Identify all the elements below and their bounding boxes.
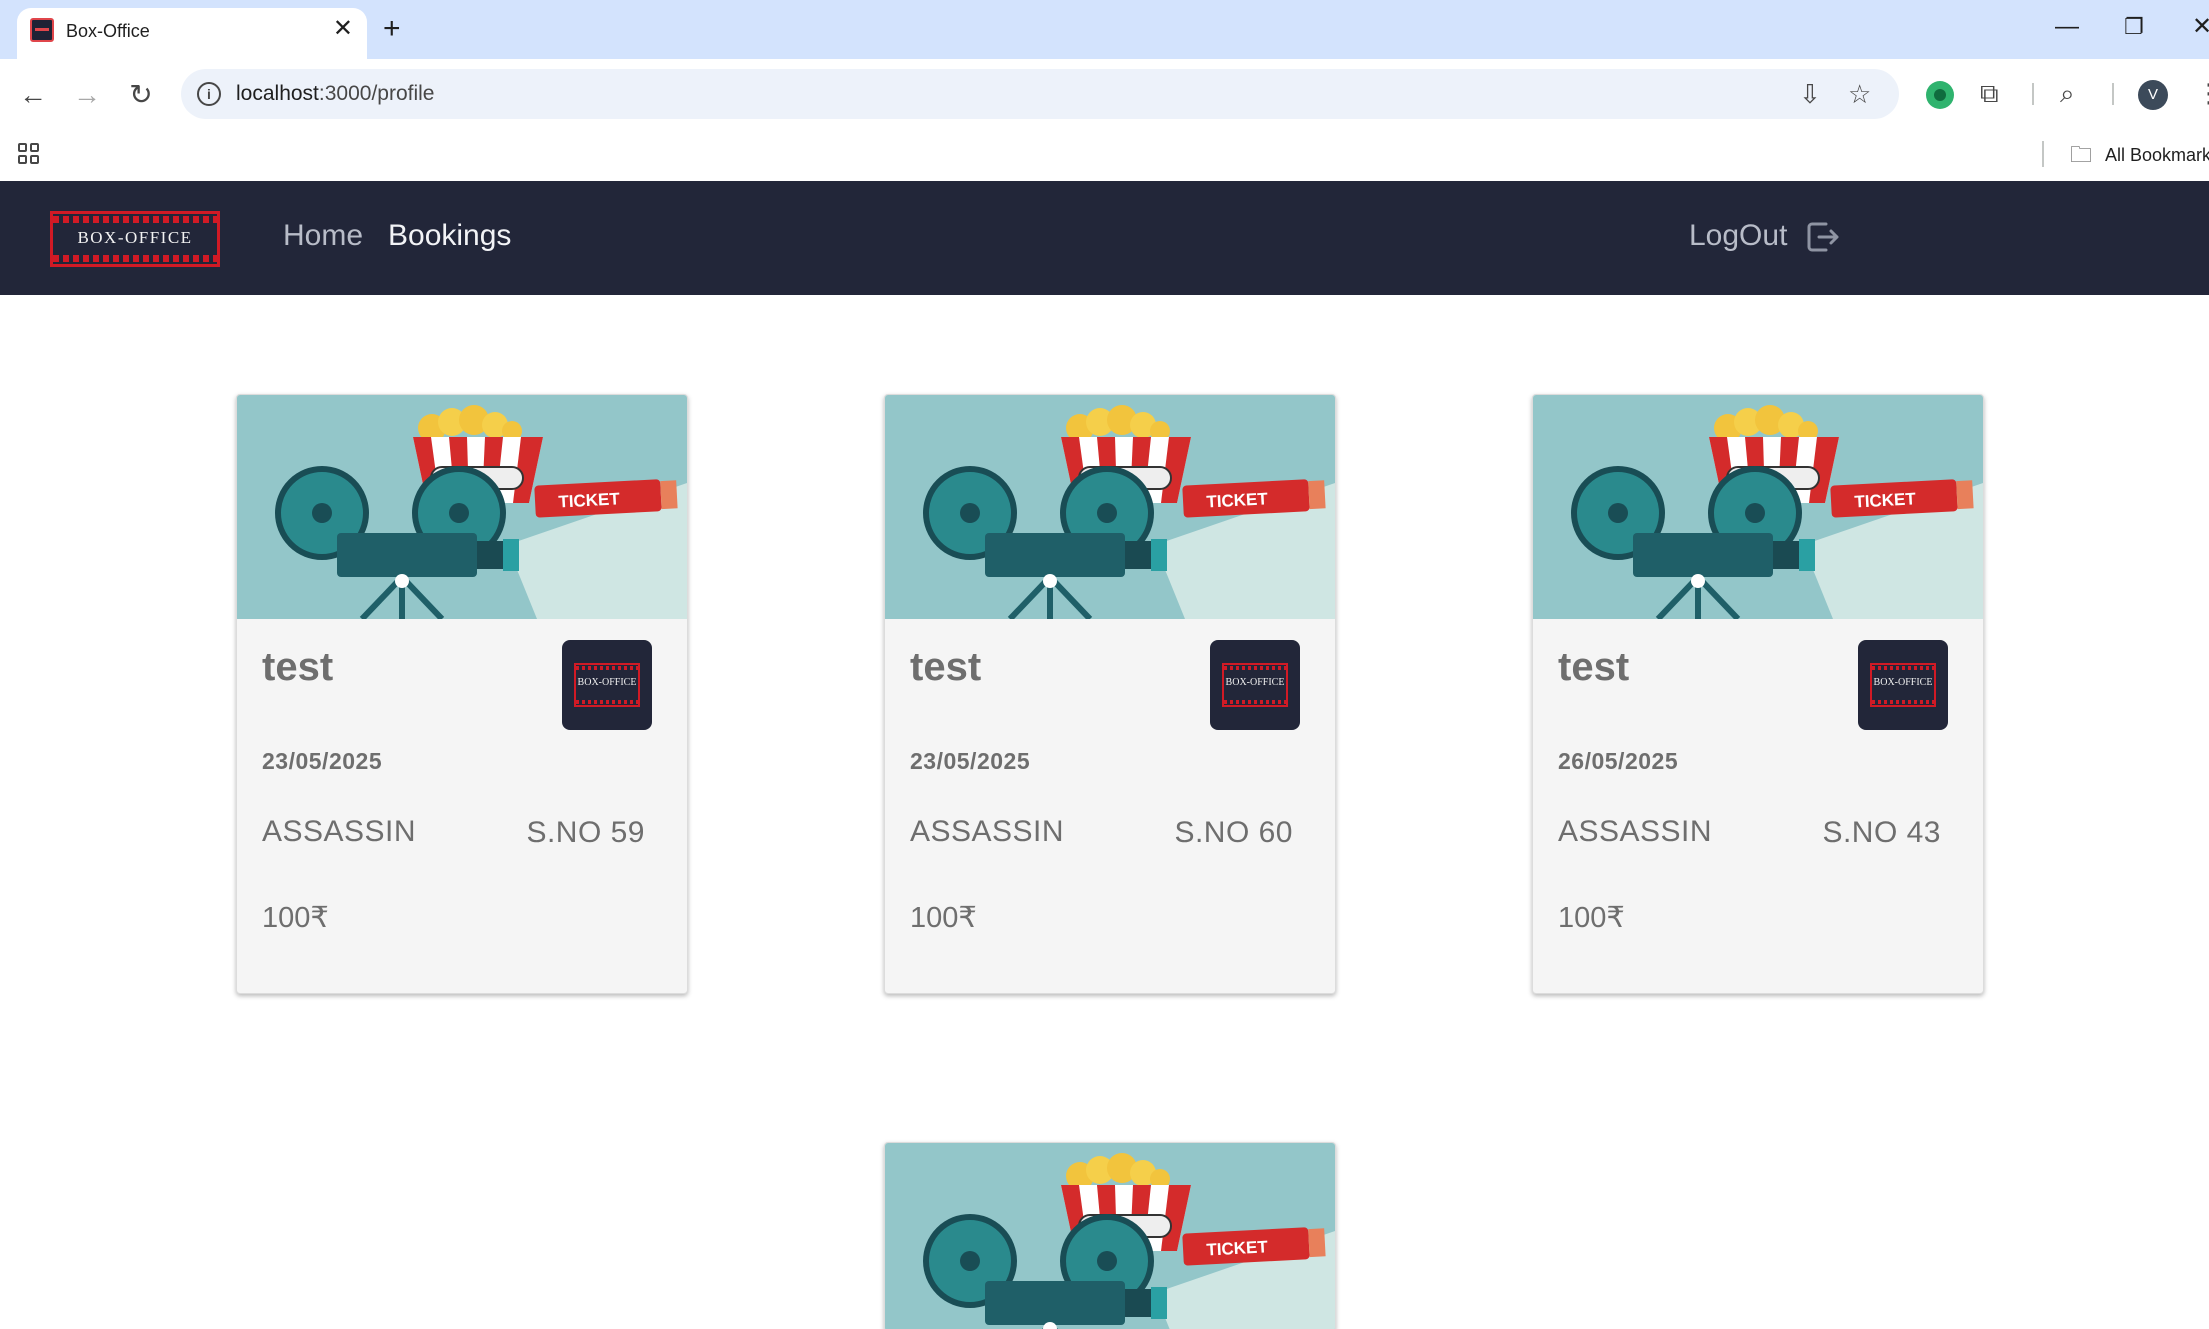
forward-arrow-icon[interactable]: → [69,77,105,113]
booking-user: test [910,645,982,689]
restore-button[interactable]: ❐ [2124,10,2144,44]
ticket-label: TICKET [558,489,621,511]
nav-home-link[interactable]: Home [283,218,363,254]
booking-seat: S.NO 59 [526,816,645,849]
logo-film-strip [53,216,217,223]
all-bookmarks-link[interactable]: All Bookmarks [2105,145,2209,166]
bookmarks-divider [2042,141,2044,167]
badge-text: BOX-OFFICE [577,677,637,688]
bookmark-star-icon[interactable]: ☆ [1848,80,1871,108]
cinema-illustration: TICKET [885,1143,1335,1329]
extensions-puzzle-icon[interactable]: ⧉ [1980,77,1999,109]
url-text[interactable]: localhost:3000/profile [236,82,434,106]
browser-tab[interactable]: Box-Office ✕ [17,8,367,59]
booking-date: 23/05/2025 [910,748,1031,774]
badge-text: BOX-OFFICE [1225,677,1285,688]
app-navbar: BOX-OFFICE Home Bookings LogOut [0,181,2209,295]
booking-seat: S.NO 43 [1822,816,1941,849]
toolbar-divider [2112,83,2114,105]
profile-avatar[interactable]: V [2138,80,2168,110]
extension-icon[interactable] [1926,81,1954,109]
browser-menu-icon[interactable]: ⋮ [2196,77,2209,109]
toolbar-divider [2032,83,2034,105]
browser-toolbar: ← → ↻ i localhost:3000/profile ⇩ ☆ ⧉ ⌕ V… [0,59,2209,131]
apps-grid-icon[interactable] [18,143,40,165]
minimize-button[interactable]: — [2055,10,2079,44]
badge-text: BOX-OFFICE [1873,677,1933,688]
booking-card[interactable]: TICKET test BOX-OFFICE 23/05/2025 ASSASS… [884,394,1336,994]
browser-tabstrip: Box-Office ✕ + — ❐ ✕ [0,0,2209,59]
booking-price: 100₹ [1558,902,1625,934]
install-app-icon[interactable]: ⇩ [1799,80,1821,108]
tab-search-icon[interactable]: ⌕ [2060,77,2075,109]
folder-icon: 🗀 [2070,142,2093,167]
new-tab-button[interactable]: + [383,12,401,46]
booking-card[interactable]: TICKET test BOX-OFFICE 23/05/2025 ASSASS… [236,394,688,994]
booking-movie: ASSASSIN [1558,815,1713,848]
booking-card[interactable]: TICKET test BOX-OFFICE 26/05/2025 ASSASS… [1532,394,1984,994]
booking-logo-badge: BOX-OFFICE [1858,640,1948,730]
booking-movie: ASSASSIN [262,815,417,848]
booking-date: 26/05/2025 [1558,748,1679,774]
ticket-label: TICKET [1206,489,1269,511]
logout-button[interactable]: LogOut [1689,218,1787,254]
booking-card[interactable]: TICKET [884,1142,1336,1329]
tab-close-icon[interactable]: ✕ [333,16,353,42]
box-office-logo[interactable]: BOX-OFFICE [50,211,220,267]
booking-logo-badge: BOX-OFFICE [1210,640,1300,730]
logo-film-strip [53,255,217,262]
logout-icon[interactable] [1806,220,1840,254]
bookmarks-bar: 🗀 All Bookmarks [0,131,2209,181]
tab-favicon-icon [30,18,54,42]
ticket-label: TICKET [1854,489,1917,511]
site-info-icon[interactable]: i [197,82,221,106]
cinema-illustration: TICKET [1533,395,1983,619]
close-window-button[interactable]: ✕ [2192,10,2209,44]
cinema-illustration: TICKET [237,395,687,619]
nav-bookings-link[interactable]: Bookings [388,218,511,254]
booking-seat: S.NO 60 [1174,816,1293,849]
ticket-label: TICKET [1206,1237,1269,1259]
booking-logo-badge: BOX-OFFICE [562,640,652,730]
address-bar[interactable]: i localhost:3000/profile ⇩ ☆ [181,69,1899,119]
booking-user: test [262,645,334,689]
tab-title: Box-Office [66,21,150,41]
booking-price: 100₹ [910,902,977,934]
back-arrow-icon[interactable]: ← [15,77,51,113]
booking-price: 100₹ [262,902,329,934]
booking-movie: ASSASSIN [910,815,1065,848]
cinema-illustration: TICKET [885,395,1335,619]
booking-date: 23/05/2025 [262,748,383,774]
reload-icon[interactable]: ↻ [123,77,159,113]
logo-text: BOX-OFFICE [77,228,193,247]
booking-user: test [1558,645,1630,689]
